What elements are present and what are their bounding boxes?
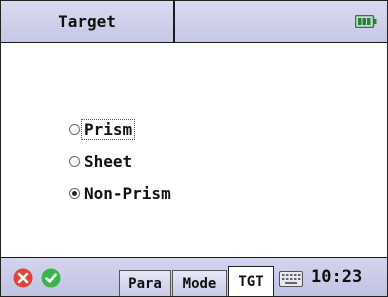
option-sheet[interactable]: Sheet	[69, 145, 173, 177]
radio-prism[interactable]	[69, 123, 80, 135]
tab-mode[interactable]: Mode	[172, 270, 227, 296]
option-non-prism[interactable]: Non-Prism	[69, 177, 173, 209]
target-type-radio-group: Prism Sheet Non-Prism	[69, 113, 173, 209]
page-title: Target	[1, 1, 175, 42]
keyboard-icon[interactable]	[279, 271, 303, 287]
tab-para[interactable]: Para	[119, 270, 171, 296]
screen-frame: Target Prism Sheet Non-Prism Para Mode T…	[0, 0, 388, 297]
battery-full-icon	[355, 15, 377, 28]
title-bar: Target	[1, 1, 387, 43]
option-sheet-label: Sheet	[84, 151, 133, 171]
check-icon[interactable]	[41, 268, 61, 288]
option-prism[interactable]: Prism	[69, 113, 173, 145]
option-non-prism-label: Non-Prism	[84, 183, 171, 203]
close-icon[interactable]	[13, 268, 33, 288]
clock: 10:23	[311, 267, 363, 287]
bottom-bar: Para Mode TGT 10:23	[1, 257, 387, 296]
tab-tgt[interactable]: TGT	[228, 266, 274, 296]
option-prism-label: Prism	[80, 118, 136, 140]
radio-non-prism[interactable]	[69, 187, 80, 199]
radio-sheet[interactable]	[69, 155, 80, 167]
